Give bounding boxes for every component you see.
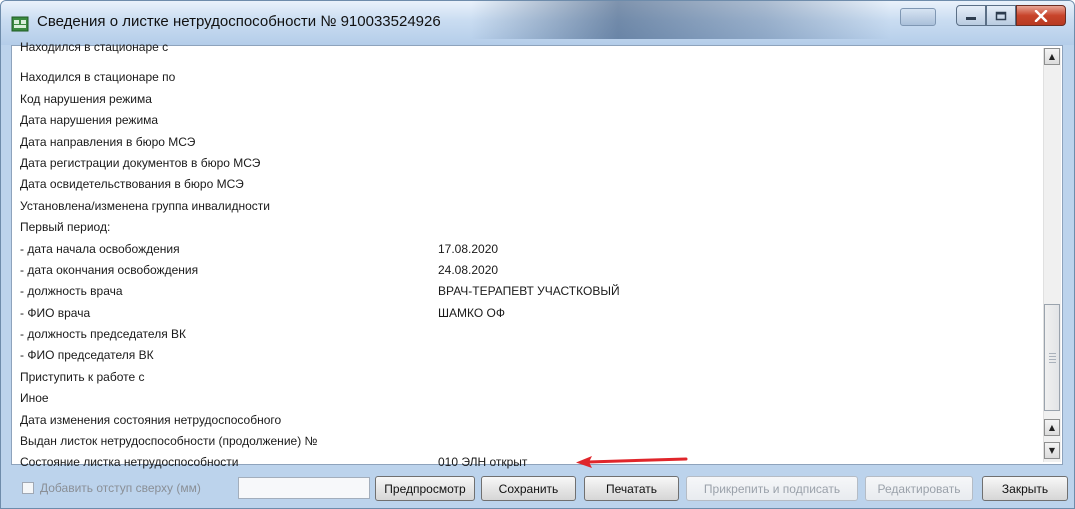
item-value: 17.08.2020 [438, 241, 499, 256]
list-item[interactable]: Дата освидетельствования в бюро МСЭ [20, 174, 1030, 195]
item-value: ШАМКО ОФ [438, 305, 505, 320]
attach-sign-button[interactable]: Прикрепить и подписать [686, 476, 858, 501]
item-label: - должность врача [20, 284, 123, 299]
item-label: - дата начала освобождения [20, 241, 180, 256]
item-value: 24.08.2020 [438, 262, 499, 277]
bottom-toolbar: Добавить отступ сверху (мм) Предпросмотр… [1, 467, 1074, 508]
vertical-scrollbar[interactable]: ▲ ▲ ▼ [1043, 48, 1061, 462]
item-label: Дата освидетельствования в бюро МСЭ [20, 177, 244, 192]
item-label: Установлена/изменена группа инвалидности [20, 198, 271, 213]
item-label: Дата нарушения режима [20, 113, 159, 128]
dialog-window: Сведения о листке нетрудоспособности № 9… [0, 0, 1075, 509]
item-label: Выдан листок нетрудоспособности (продолж… [20, 434, 318, 449]
list-item[interactable]: Установлена/изменена группа инвалидности [20, 196, 1030, 217]
thumb-grip-line [1049, 356, 1056, 357]
item-label: Находился в стационаре с [20, 40, 169, 54]
item-label: Находился в стационаре по [20, 70, 176, 85]
caption-buttons [956, 5, 1066, 27]
indent-checkbox[interactable] [22, 482, 34, 494]
list-item[interactable]: Выдан листок нетрудоспособности (продолж… [20, 431, 1030, 452]
save-button[interactable]: Сохранить [481, 476, 576, 501]
maximize-icon [995, 11, 1007, 20]
close-button[interactable]: Закрыть [982, 476, 1068, 501]
item-label: - должность председателя ВК [20, 327, 187, 342]
item-value: ВРАЧ-ТЕРАПЕВТ УЧАСТКОВЫЙ [438, 284, 620, 299]
list-item[interactable]: Дата изменения состояния нетрудоспособно… [20, 410, 1030, 431]
scroll-down-button[interactable]: ▼ [1044, 442, 1060, 459]
list-item[interactable]: Находился в стационаре по [20, 67, 1030, 88]
system-menu-badge[interactable] [900, 8, 936, 26]
print-button[interactable]: Печатать [584, 476, 679, 501]
list-item[interactable]: Дата направления в бюро МСЭ [20, 132, 1030, 153]
scroll-up-icon: ▲ [1048, 52, 1056, 61]
list-item[interactable]: - должность врача ВРАЧ-ТЕРАПЕВТ УЧАСТКОВ… [20, 281, 1030, 302]
indent-option[interactable]: Добавить отступ сверху (мм) [22, 481, 201, 495]
title-bar-glass [471, 1, 891, 39]
list-item[interactable]: Иное [20, 388, 1030, 409]
minimize-button[interactable] [956, 5, 986, 26]
close-icon [1034, 9, 1048, 22]
list-item[interactable]: - ФИО врача ШАМКО ОФ [20, 303, 1030, 324]
details-list: Находился в стационаре с Находился в ста… [20, 40, 1030, 474]
item-label: - ФИО председателя ВК [20, 348, 154, 363]
scroll-up-icon: ▲ [1048, 423, 1056, 432]
edit-button[interactable]: Редактировать [865, 476, 973, 501]
indent-checkbox-label: Добавить отступ сверху (мм) [40, 481, 201, 495]
thumb-grip-line [1049, 359, 1056, 360]
details-list-panel: Находился в стационаре с Находился в ста… [11, 40, 1063, 469]
list-item[interactable]: - ФИО председателя ВК [20, 345, 1030, 366]
list-item[interactable]: - дата окончания освобождения 24.08.2020 [20, 260, 1030, 281]
close-window-button[interactable] [1016, 5, 1066, 26]
item-label: Дата направления в бюро МСЭ [20, 134, 196, 149]
preview-button[interactable]: Предпросмотр [375, 476, 475, 501]
list-item[interactable]: - дата начала освобождения 17.08.2020 [20, 239, 1030, 260]
list-item[interactable]: Дата нарушения режима [20, 110, 1030, 131]
minimize-icon [966, 16, 976, 20]
window-title: Сведения о листке нетрудоспособности № 9… [37, 13, 441, 30]
item-label: Иное [20, 391, 49, 406]
item-label: Код нарушения режима [20, 91, 152, 106]
list-item[interactable]: Находился в стационаре с [20, 40, 1030, 67]
list-item[interactable]: Дата регистрации документов в бюро МСЭ [20, 153, 1030, 174]
item-label: Первый период: [20, 220, 111, 235]
scroll-up-button-lower[interactable]: ▲ [1044, 419, 1060, 436]
item-label: Приступить к работе с [20, 369, 145, 384]
list-item[interactable]: Приступить к работе с [20, 367, 1030, 388]
item-label: - дата окончания освобождения [20, 262, 199, 277]
scroll-thumb[interactable] [1044, 304, 1060, 411]
list-item[interactable]: Код нарушения режима [20, 89, 1030, 110]
item-label: Дата изменения состояния нетрудоспособно… [20, 412, 282, 427]
thumb-grip-line [1049, 362, 1056, 363]
item-label: Дата регистрации документов в бюро МСЭ [20, 155, 261, 170]
indent-mm-input[interactable] [238, 477, 370, 499]
list-item[interactable]: Первый период: [20, 217, 1030, 238]
item-label: - ФИО врача [20, 305, 91, 320]
scroll-down-icon: ▼ [1048, 446, 1056, 455]
scroll-up-button[interactable]: ▲ [1044, 48, 1060, 65]
title-bar[interactable]: Сведения о листке нетрудоспособности № 9… [1, 1, 1074, 45]
thumb-grip-line [1049, 353, 1056, 354]
maximize-button[interactable] [986, 5, 1016, 26]
list-item[interactable]: - должность председателя ВК [20, 324, 1030, 345]
document-app-icon [11, 16, 29, 32]
